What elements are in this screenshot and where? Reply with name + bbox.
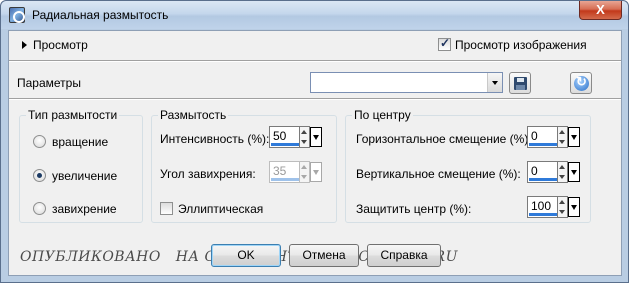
reset-icon <box>574 74 589 91</box>
horizontal-offset-input[interactable]: 0 <box>527 126 558 148</box>
preview-toggle-label[interactable]: Просмотр <box>33 38 88 52</box>
intensity-dropdown[interactable] <box>310 127 322 147</box>
blur-type-title: Тип размытости <box>26 108 120 122</box>
divider <box>9 60 621 62</box>
params-label: Параметры <box>17 76 81 90</box>
help-button[interactable]: Справка <box>367 244 441 267</box>
arrow-down-icon[interactable] <box>301 175 307 179</box>
arrow-up-icon[interactable] <box>559 130 565 134</box>
blur-title: Размытость <box>158 108 229 122</box>
elliptical-checkbox[interactable] <box>160 202 173 215</box>
presets-combo[interactable] <box>310 72 503 93</box>
protect-center-label: Защитить центр (%): <box>356 202 472 216</box>
horizontal-offset-label: Горизонтальное смещение (%): <box>356 132 532 146</box>
dialog-body: Просмотр Просмотр изображения Параметры … <box>8 30 622 276</box>
radio-swirl[interactable] <box>33 202 46 215</box>
vertical-offset-dropdown[interactable] <box>568 162 580 182</box>
arrow-down-icon[interactable] <box>301 140 307 144</box>
swirl-angle-label: Угол завихрения: <box>160 167 256 181</box>
center-group: По центру Горизонтальное смещение (%): 0… <box>345 108 591 223</box>
preview-image-label: Просмотр изображения <box>455 38 587 52</box>
intensity-label: Интенсивность (%): <box>160 132 270 146</box>
chevron-down-icon[interactable] <box>487 73 502 92</box>
radio-swirl-label[interactable]: завихрение <box>52 202 117 216</box>
arrow-up-icon[interactable] <box>559 165 565 169</box>
expand-triangle-icon[interactable] <box>22 41 27 49</box>
arrow-up-icon[interactable] <box>301 165 307 169</box>
ok-button[interactable]: OK <box>211 244 281 267</box>
swirl-angle-stepper[interactable] <box>300 161 310 183</box>
reset-button[interactable] <box>570 72 592 94</box>
horizontal-offset-dropdown[interactable] <box>568 127 580 147</box>
arrow-down-icon[interactable] <box>559 140 565 144</box>
arrow-up-icon[interactable] <box>301 130 307 134</box>
swirl-angle-input[interactable]: 35 <box>269 161 300 183</box>
arrow-up-icon[interactable] <box>559 200 565 204</box>
radio-zoom-label[interactable]: увеличение <box>52 169 117 183</box>
radio-zoom[interactable] <box>33 169 46 182</box>
window-title: Радиальная размытость <box>32 8 169 22</box>
app-icon <box>9 7 25 23</box>
close-button[interactable]: X <box>579 1 622 20</box>
divider <box>9 98 621 100</box>
save-preset-button[interactable] <box>509 72 531 94</box>
protect-center-dropdown[interactable] <box>568 197 580 217</box>
vertical-offset-label: Вертикальное смещение (%): <box>356 167 521 181</box>
horizontal-offset-stepper[interactable] <box>558 126 568 148</box>
blur-group: Размытость Интенсивность (%): 50 Угол за… <box>151 108 337 223</box>
elliptical-label[interactable]: Эллиптическая <box>178 202 263 216</box>
blur-type-group: Тип размытости вращение увеличение завих… <box>19 108 143 223</box>
intensity-stepper[interactable] <box>300 126 310 148</box>
protect-center-input[interactable]: 100 <box>527 196 558 218</box>
dialog-window: Радиальная размытость X Просмотр Просмот… <box>0 0 629 283</box>
radio-rotation-label[interactable]: вращение <box>52 135 108 149</box>
arrow-down-icon[interactable] <box>559 210 565 214</box>
vertical-offset-stepper[interactable] <box>558 161 568 183</box>
cancel-button[interactable]: Отмена <box>289 244 359 267</box>
title-bar[interactable]: Радиальная размытость X <box>1 1 628 29</box>
vertical-offset-input[interactable]: 0 <box>527 161 558 183</box>
center-title: По центру <box>352 108 413 122</box>
protect-center-stepper[interactable] <box>558 196 568 218</box>
save-icon <box>514 77 527 90</box>
swirl-angle-dropdown[interactable] <box>310 162 322 182</box>
preview-image-checkbox[interactable] <box>438 36 451 51</box>
radio-rotation[interactable] <box>33 135 46 148</box>
intensity-input[interactable]: 50 <box>269 126 300 148</box>
arrow-down-icon[interactable] <box>559 175 565 179</box>
